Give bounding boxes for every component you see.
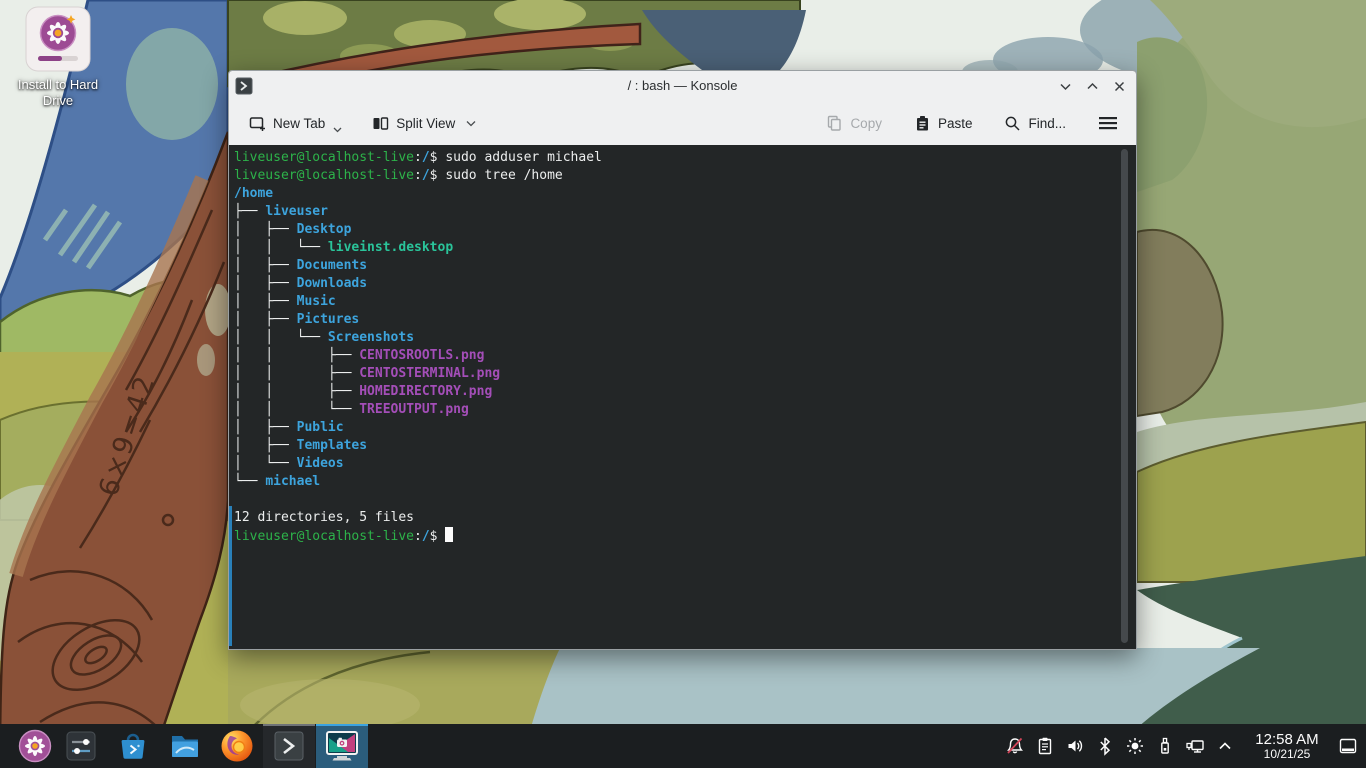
terminal-line: │ │ └── liveinst.desktop — [234, 240, 454, 255]
terminal-line: │ ├── Music — [234, 294, 336, 309]
paste-button[interactable]: Paste — [906, 109, 981, 138]
split-view-button[interactable]: Split View — [364, 109, 484, 138]
konsole-task-button[interactable] — [263, 724, 315, 768]
terminal-line: liveuser@localhost-live:/$ sudo adduser … — [234, 150, 602, 165]
terminal-line: │ └── Videos — [234, 456, 344, 471]
terminal-line: liveuser@localhost-live:/$ — [234, 527, 602, 546]
maximize-button[interactable] — [1083, 77, 1101, 95]
terminal-line: 12 directories, 5 files — [234, 510, 415, 525]
brightness-icon[interactable] — [1120, 724, 1150, 768]
clipboard-icon[interactable] — [1030, 724, 1060, 768]
system-settings-button[interactable] — [55, 724, 107, 768]
taskbar: 12:58 AM 10/21/25 — [0, 724, 1366, 768]
terminal-line: │ ├── Documents — [234, 258, 368, 273]
split-view-icon — [373, 116, 389, 130]
new-tab-icon — [249, 116, 265, 131]
terminal-line: │ ├── Desktop — [234, 222, 352, 237]
terminal-line: │ │ ├── CENTOSTERMINAL.png — [234, 366, 501, 381]
install-to-hard-drive-shortcut[interactable]: Install to Hard Drive — [6, 6, 110, 109]
terminal-line: │ ├── Public — [234, 420, 344, 435]
terminal-line: │ │ └── TREEOUTPUT.png — [234, 402, 469, 417]
show-desktop-icon — [1339, 738, 1357, 754]
terminal-line: └── michael — [234, 474, 321, 489]
discover-icon — [121, 733, 145, 759]
notifications-dnd-icon[interactable] — [1000, 724, 1030, 768]
firefox-button[interactable] — [211, 724, 263, 768]
terminal-line: │ │ └── Screenshots — [234, 330, 415, 345]
dolphin-folder-icon — [172, 736, 198, 757]
find-button[interactable]: Find... — [996, 109, 1074, 138]
terminal-line: liveuser@localhost-live:/$ sudo tree /ho… — [234, 168, 563, 183]
spectacle-task-icon — [326, 731, 358, 761]
hamburger-icon — [1099, 117, 1117, 130]
digital-clock[interactable]: 12:58 AM 10/21/25 — [1240, 732, 1334, 760]
find-icon — [1006, 116, 1021, 131]
konsole-window: / : bash — Konsole New Tab Split View Co… — [228, 70, 1137, 650]
konsole-task-icon — [274, 731, 304, 761]
terminal-output: liveuser@localhost-live:/$ sudo adduser … — [234, 149, 602, 546]
window-title: / : bash — Konsole — [627, 78, 738, 93]
clock-time: 12:58 AM — [1255, 730, 1319, 748]
terminal-line: /home — [234, 186, 274, 201]
launcher-flower-icon — [18, 729, 52, 763]
terminal-view[interactable]: liveuser@localhost-live:/$ sudo adduser … — [229, 145, 1136, 649]
system-settings-icon — [66, 731, 96, 761]
removable-device-icon[interactable] — [1150, 724, 1180, 768]
discover-button[interactable] — [107, 724, 159, 768]
close-button[interactable] — [1110, 77, 1128, 95]
copy-button[interactable]: Copy — [818, 109, 890, 138]
split-view-menu-chevron — [466, 120, 476, 126]
terminal-line: │ │ ├── CENTOSROOTLS.png — [234, 348, 485, 363]
clock-date: 10/21/25 — [1263, 746, 1311, 761]
terminal-line: │ │ ├── HOMEDIRECTORY.png — [234, 384, 493, 399]
application-launcher-button[interactable] — [9, 724, 61, 768]
new-tab-menu-chevron — [333, 127, 342, 133]
minimize-button[interactable] — [1056, 77, 1074, 95]
bluetooth-icon[interactable] — [1090, 724, 1120, 768]
new-tab-button[interactable]: New Tab — [241, 109, 350, 138]
terminal-line: │ ├── Downloads — [234, 276, 368, 291]
copy-icon — [828, 115, 842, 131]
terminal-line: │ ├── Templates — [234, 438, 368, 453]
dolphin-button[interactable] — [159, 724, 211, 768]
shortcut-label: Install to Hard Drive — [17, 77, 99, 108]
installer-icon — [25, 6, 91, 72]
spectacle-task-button[interactable] — [316, 724, 368, 768]
firefox-icon — [221, 730, 253, 762]
expand-tray-chevron-icon[interactable] — [1210, 724, 1240, 768]
toolbar: New Tab Split View Copy Paste Find... — [229, 101, 1136, 145]
network-icon[interactable] — [1180, 724, 1210, 768]
paste-icon — [916, 115, 928, 130]
show-desktop-button[interactable] — [1334, 724, 1362, 768]
terminal-scrollbar[interactable] — [1121, 149, 1128, 643]
terminal-line: ├── liveuser — [234, 204, 328, 219]
new-output-indicator — [229, 506, 232, 646]
titlebar[interactable]: / : bash — Konsole — [229, 71, 1136, 101]
volume-icon[interactable] — [1060, 724, 1090, 768]
hamburger-menu-button[interactable] — [1090, 109, 1126, 137]
terminal-cursor — [445, 527, 454, 542]
terminal-line: │ ├── Pictures — [234, 312, 360, 327]
